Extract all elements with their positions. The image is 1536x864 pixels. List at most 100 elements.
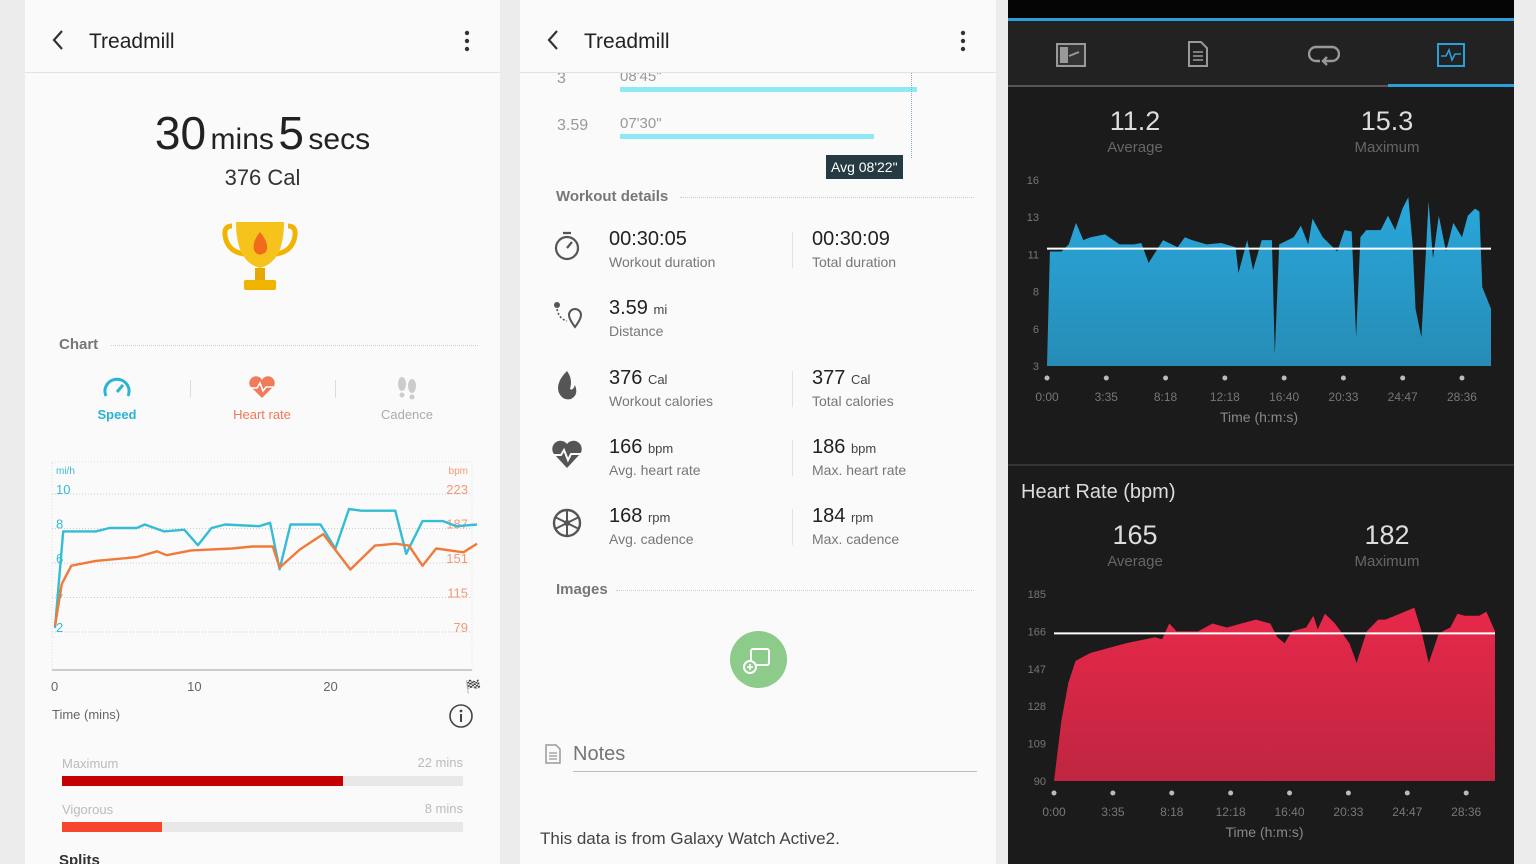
- add-image-button[interactable]: [730, 631, 787, 688]
- x-axis-title: Time (h:m:s): [1220, 409, 1298, 425]
- workout-details-panel: Treadmill 3 08'45" 3.59 07'30" Avg 08'22…: [520, 0, 996, 864]
- tab-cadence[interactable]: Cadence: [357, 374, 457, 422]
- x-axis-tick-dot: [1340, 375, 1346, 381]
- x-axis-tick-label: 0:00: [1035, 390, 1059, 404]
- app-header: Treadmill: [520, 0, 996, 73]
- x-axis-title: Time (h:m:s): [1225, 824, 1303, 840]
- info-icon[interactable]: [448, 703, 474, 729]
- x-axis-tick-label: 0:00: [1042, 805, 1066, 819]
- split-pace-bar: [620, 134, 874, 139]
- more-options-icon[interactable]: [960, 30, 966, 52]
- x-axis-tick-dot: [1281, 375, 1287, 381]
- x-axis-tick-dot: [1169, 790, 1175, 796]
- x-axis-tick-label: 28:36: [1451, 805, 1481, 819]
- x-axis-tick-label: 8:18: [1160, 805, 1184, 819]
- x-axis-tick-label: 24:47: [1392, 805, 1422, 819]
- x-axis-tick-label: 0: [51, 679, 58, 694]
- speed-average: 11.2 Average: [1107, 106, 1163, 156]
- add-image-icon: [743, 648, 770, 674]
- notes-input[interactable]: [573, 738, 977, 772]
- heart-rate-line: [53, 532, 478, 627]
- hr-average: 165 Average: [1107, 520, 1163, 570]
- tab-map-summary[interactable]: [1055, 42, 1087, 68]
- active-tab-indicator: [1388, 84, 1514, 87]
- x-axis-tick-label: 20:33: [1333, 805, 1363, 819]
- y-axis-tick-label: 147: [1028, 664, 1046, 676]
- zone-bar-track: [62, 822, 463, 832]
- images-section-title: Images: [556, 581, 608, 598]
- workout-details-title: Workout details: [556, 188, 669, 205]
- left-axis-unit: mi/h: [56, 466, 75, 477]
- left-axis-tick-label: 8: [56, 517, 63, 532]
- x-axis-tick-label: 10: [187, 679, 201, 694]
- speed-line: [53, 507, 478, 629]
- y-axis-tick-label: 128: [1028, 701, 1046, 713]
- trophy-icon: [222, 222, 298, 290]
- x-axis-tick-label: 28:36: [1447, 390, 1477, 404]
- samsung-health-summary-panel: Treadmill 30 mins 5 secs 376 Cal Chart S…: [25, 0, 500, 864]
- speed-area: [1047, 197, 1491, 366]
- back-arrow-icon[interactable]: [546, 28, 560, 52]
- tab-laps[interactable]: [1308, 43, 1340, 67]
- zone-bar-fill: [62, 822, 163, 832]
- right-axis-tick-label: 115: [447, 586, 468, 601]
- tab-heart-rate[interactable]: Heart rate: [212, 374, 312, 422]
- x-axis-tick-dot: [1287, 790, 1293, 796]
- detail-3-secondary: 186 bpm Max. heart rate: [812, 435, 907, 478]
- speedometer-icon: [103, 377, 131, 397]
- workout-duration: 30 mins 5 secs: [154, 107, 371, 159]
- more-options-icon[interactable]: [464, 30, 470, 52]
- heart-rate-icon: [552, 440, 582, 468]
- hr-zone-maximum: Maximum 22 mins: [62, 755, 463, 786]
- app-header: Treadmill: [25, 0, 500, 73]
- hr-zone-vigorous: Vigorous 8 mins: [62, 801, 463, 832]
- notes-icon: [545, 744, 561, 764]
- x-axis-tick-label: 16:40: [1275, 805, 1305, 819]
- speed-heart-rate-chart: 2 794 1156 1518 18710 223mi/h bpm0 10 20 🏁: [51, 461, 481, 694]
- right-axis-tick-label: 223: [446, 482, 468, 497]
- x-axis-tick-dot: [1400, 375, 1406, 381]
- right-axis-unit: bpm: [449, 466, 468, 477]
- stopwatch-icon: [554, 231, 580, 261]
- tab-speed[interactable]: Speed: [67, 374, 167, 422]
- y-axis-tick-label: 6: [1033, 324, 1039, 336]
- route-icon: [554, 302, 583, 329]
- y-axis-tick-label: 8: [1033, 287, 1039, 299]
- split-pace-bar: [620, 87, 917, 92]
- plot-frame: [51, 461, 473, 671]
- x-axis-tick-label: 20: [323, 679, 337, 694]
- data-source-note: This data is from Galaxy Watch Active2.: [540, 829, 840, 848]
- y-axis-tick-label: 109: [1028, 739, 1046, 751]
- y-axis-tick-label: 13: [1027, 212, 1039, 224]
- detail-3-primary: 166 bpm Avg. heart rate: [609, 435, 701, 478]
- tab-charts[interactable]: [1436, 42, 1466, 68]
- x-axis-tick-label: 16:40: [1269, 390, 1299, 404]
- x-axis-tick-label: 12:18: [1216, 805, 1246, 819]
- zone-bar-fill: [62, 776, 343, 786]
- x-axis-tick-label: 12:18: [1210, 390, 1240, 404]
- tab-bar: [1008, 21, 1514, 87]
- x-axis-tick-label: 20:33: [1328, 390, 1358, 404]
- flame-icon: [558, 370, 577, 399]
- x-axis-tick-dot: [1103, 375, 1109, 381]
- y-axis-tick-label: 90: [1034, 776, 1046, 788]
- x-axis-tick-dot: [1459, 375, 1465, 381]
- detail-2-primary: 376 Cal Workout calories: [609, 366, 714, 409]
- tab-document[interactable]: [1186, 39, 1210, 69]
- average-pace-marker: [911, 70, 912, 158]
- x-axis-tick-dot: [1345, 790, 1351, 796]
- x-axis-tick-label: 8:18: [1154, 390, 1178, 404]
- x-axis-tick-label: 3:35: [1101, 805, 1125, 819]
- hr-maximum: 182 Maximum: [1354, 520, 1420, 570]
- footsteps-icon: [398, 377, 416, 400]
- heart-rate-chart-title: Heart Rate (bpm): [1021, 481, 1176, 503]
- heart-rate-icon: [249, 376, 275, 398]
- average-pace-tooltip: Avg 08'22": [826, 155, 903, 179]
- garmin-charts-panel: 11.2 Average 15.3 Maximum 3 6 8 11 13 16 0:00 3…: [1008, 0, 1514, 864]
- y-axis-tick-label: 16: [1027, 175, 1039, 187]
- x-axis-tick-dot: [1222, 375, 1228, 381]
- back-arrow-icon[interactable]: [51, 28, 65, 52]
- split-pace: 07'30": [620, 115, 662, 132]
- detail-0-primary: 00:30:05 Workout duration: [609, 228, 716, 270]
- calories-summary: 376 Cal: [224, 165, 301, 190]
